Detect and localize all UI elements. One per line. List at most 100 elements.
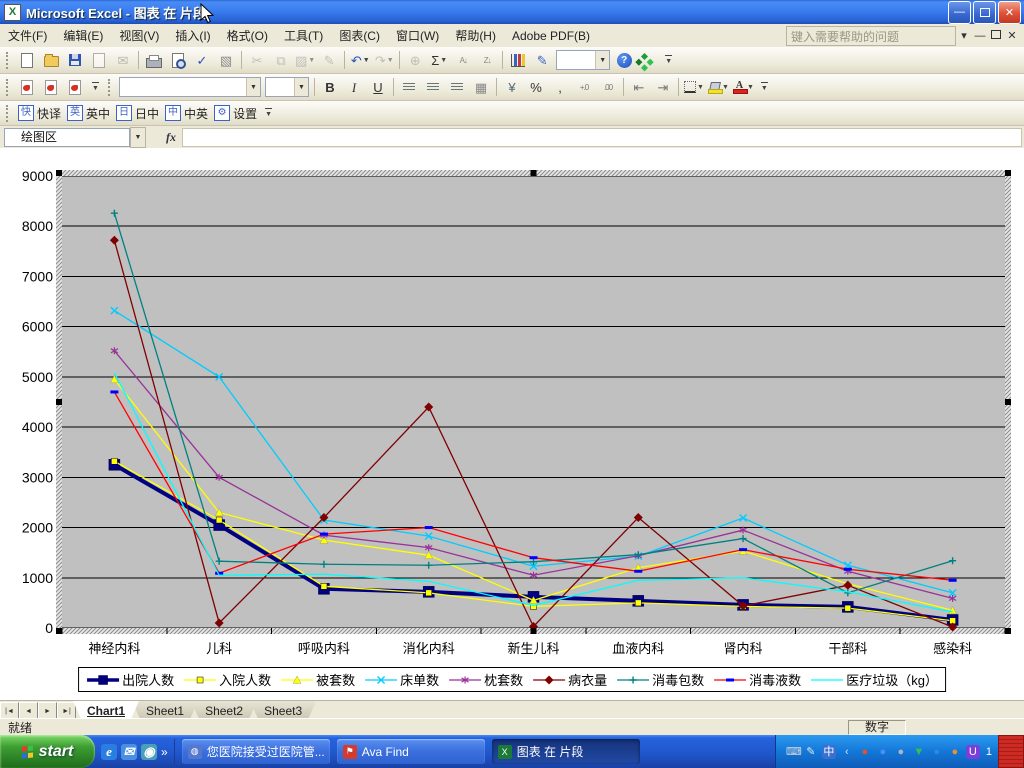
undo-button[interactable]: ↶▼ (349, 49, 371, 72)
selection-handle[interactable] (531, 170, 537, 176)
toolbar-grip[interactable] (6, 52, 11, 69)
kuaiyi-translate-button[interactable]: 快快译 (18, 104, 61, 123)
menu-item[interactable]: 工具(T) (276, 26, 331, 46)
legend-item[interactable]: 枕套数 (448, 670, 523, 689)
security-tray-icon[interactable]: ● (948, 745, 962, 759)
workbook-close-button[interactable]: ✕ (1004, 29, 1024, 42)
print-preview-button[interactable] (167, 49, 189, 72)
legend-item[interactable]: 床单数 (364, 670, 439, 689)
task-excel-window[interactable]: X图表 在 片段 (492, 739, 640, 764)
keyboard-icon[interactable]: ⌨ (786, 745, 800, 759)
menu-item[interactable]: 窗口(W) (388, 26, 447, 46)
sheet-tab-sheet2[interactable]: Sheet2 (191, 701, 257, 719)
selection-handle[interactable] (56, 399, 62, 405)
messenger-tray-icon[interactable]: ● (876, 745, 890, 759)
underline-button[interactable]: U (367, 76, 389, 99)
spelling-button[interactable]: ✓ (191, 49, 213, 72)
messenger-launch-icon[interactable]: ◉ (141, 744, 157, 760)
menu-item[interactable]: 编辑(E) (55, 26, 111, 46)
addin-button[interactable] (637, 49, 659, 72)
download-manager-tray-icon[interactable]: ▼ (912, 745, 926, 759)
decrease-indent-button[interactable]: ⇤ (628, 76, 650, 99)
toolbar-options-button[interactable]: ▼ (758, 77, 771, 98)
comma-button[interactable]: , (549, 76, 571, 99)
dropdown-arrow-icon[interactable]: ▼ (308, 57, 315, 64)
legend-item[interactable]: 消毒包数 (616, 670, 704, 689)
toolbar-grip[interactable] (6, 105, 11, 122)
close-button[interactable]: ✕ (998, 1, 1021, 24)
align-right-button[interactable] (446, 76, 468, 99)
selection-handle[interactable] (1005, 170, 1011, 176)
font-size-combo[interactable]: ▼ (265, 77, 309, 97)
help-question-box[interactable]: 键入需要帮助的问题 (786, 26, 956, 46)
japanese-to-chinese-button[interactable]: 日日中 (116, 104, 159, 123)
font-color-button[interactable]: A▼ (732, 76, 755, 99)
menu-item[interactable]: 视图(V) (111, 26, 167, 46)
selection-handle[interactable] (531, 628, 537, 634)
input-method-icon[interactable]: 中 (822, 745, 836, 759)
sheet-tab-chart1[interactable]: Chart1 (73, 701, 139, 719)
chart-sheet-area[interactable]: 0100020003000400050006000700080009000神经内… (0, 148, 1024, 700)
align-center-button[interactable] (422, 76, 444, 99)
italic-button[interactable]: I (343, 76, 365, 99)
currency-button[interactable]: ¥ (501, 76, 523, 99)
collapse-chevron-icon[interactable]: ‹ (840, 745, 854, 759)
dropdown-arrow-icon[interactable]: ▼ (440, 57, 447, 64)
menu-item[interactable]: 格式(O) (219, 26, 276, 46)
selection-handle[interactable] (1005, 628, 1011, 634)
selection-handle[interactable] (1005, 399, 1011, 405)
ultraedit-tray-icon[interactable]: U (966, 745, 980, 759)
toolbar-options-button[interactable]: ▼ (662, 50, 675, 71)
menu-item[interactable]: 图表(C) (331, 26, 388, 46)
borders-button[interactable]: ▼ (683, 76, 705, 99)
chart-legend[interactable]: 出院人数入院人数被套数床单数枕套数病衣量消毒包数消毒液数医疗垃圾（kg） (78, 667, 946, 692)
legend-item[interactable]: 医疗垃圾（kg） (810, 670, 938, 689)
dropdown-arrow-icon[interactable]: ▼ (722, 84, 729, 91)
selection-handle[interactable] (56, 170, 62, 176)
kuaiyi-settings-button[interactable]: ⚙设置 (214, 104, 257, 123)
sort-descending-button[interactable]: Z↓ (476, 49, 498, 72)
legend-item[interactable]: 入院人数 (183, 670, 271, 689)
menu-item[interactable]: 文件(F) (0, 26, 55, 46)
minimize-button[interactable]: — (948, 1, 971, 24)
open-button[interactable] (40, 49, 62, 72)
drawing-button[interactable]: ✎ (531, 49, 553, 72)
print-button[interactable] (143, 49, 165, 72)
zoom-combo[interactable]: ▼ (556, 50, 610, 70)
decrease-decimal-button[interactable]: .00 (597, 76, 619, 99)
convert-to-pdf-comments-button[interactable] (64, 76, 86, 99)
legend-item[interactable]: 消毒液数 (713, 670, 801, 689)
mail-launch-icon[interactable]: ✉ (121, 744, 137, 760)
chart-wizard-button[interactable] (507, 49, 529, 72)
name-box-dropdown-icon[interactable]: ▼ (130, 127, 146, 148)
name-box[interactable]: 绘图区 (4, 128, 130, 147)
percent-button[interactable]: % (525, 76, 547, 99)
chinese-to-english-button[interactable]: 中中英 (165, 104, 208, 123)
legend-item[interactable]: 出院人数 (86, 670, 174, 689)
increase-indent-button[interactable]: ⇥ (652, 76, 674, 99)
increase-decimal-button[interactable]: +.0 (573, 76, 595, 99)
browser-tray-icon[interactable]: ● (930, 745, 944, 759)
font-name-combo[interactable]: ▼ (119, 77, 261, 97)
legend-item[interactable]: 病衣量 (532, 670, 607, 689)
english-to-chinese-button[interactable]: 英英中 (67, 104, 110, 123)
workbook-restore-button[interactable] (988, 30, 1004, 42)
internet-explorer-icon[interactable]: e (101, 744, 117, 760)
help-dropdown-icon[interactable]: ▾ (956, 29, 972, 42)
legend-item[interactable]: 被套数 (280, 670, 355, 689)
sort-ascending-button[interactable]: A↓ (452, 49, 474, 72)
toolbar-grip[interactable] (6, 79, 11, 96)
research-button[interactable]: ▧ (215, 49, 237, 72)
workbook-minimize-button[interactable]: — (972, 30, 988, 42)
autosum-button[interactable]: Σ▼ (428, 49, 450, 72)
dropdown-arrow-icon[interactable]: ▼ (697, 84, 704, 91)
firefox-tray-icon[interactable]: ● (858, 745, 872, 759)
menu-item[interactable]: Adobe PDF(B) (504, 26, 598, 46)
fill-color-button[interactable]: ▼ (707, 76, 730, 99)
menu-item[interactable]: 插入(I) (167, 26, 218, 46)
dropdown-arrow-icon[interactable]: ▼ (363, 57, 370, 64)
combo-dropdown-icon[interactable]: ▼ (595, 51, 609, 69)
toolbar-options-button[interactable]: ▼ (262, 103, 275, 124)
align-left-button[interactable] (398, 76, 420, 99)
save-button[interactable] (64, 49, 86, 72)
